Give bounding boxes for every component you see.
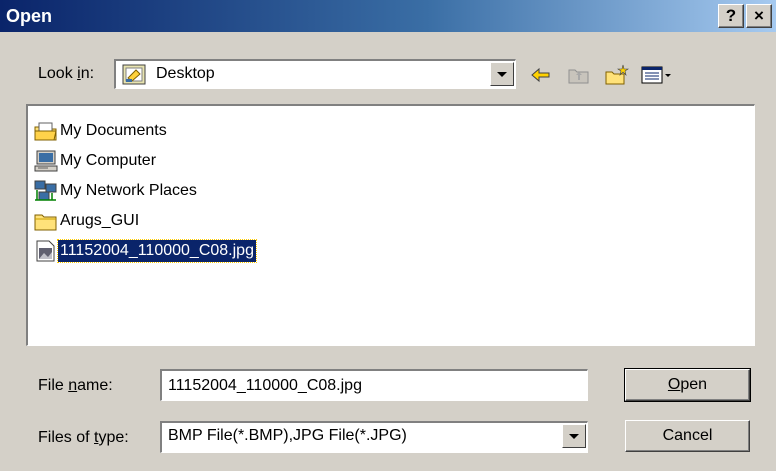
list-item-label: My Computer [60, 152, 157, 169]
cancel-button[interactable]: Cancel [625, 420, 750, 452]
list-item-label: Arugs_GUI [60, 212, 140, 229]
filetype-select[interactable]: BMP File(*.BMP),JPG File(*.JPG) [160, 421, 588, 453]
filetype-value: BMP File(*.BMP),JPG File(*.JPG) [168, 427, 407, 444]
my-documents-icon [34, 122, 57, 141]
list-item-my-documents[interactable]: My Documents [34, 118, 394, 144]
list-item-selected-file[interactable]: 11152004_110000_C08.jpg [34, 238, 394, 264]
up-folder-icon[interactable] [566, 62, 592, 88]
list-item-label: My Documents [60, 122, 167, 139]
file-list[interactable]: My Documents My Computer My Network Plac… [26, 104, 755, 346]
filename-label: File name: [38, 377, 113, 394]
back-arrow-icon[interactable] [528, 62, 554, 88]
filetype-label: Files of type: [38, 429, 129, 446]
title-bar[interactable]: Open ? × [0, 0, 776, 32]
folder-icon [34, 214, 57, 231]
desktop-icon [122, 64, 146, 85]
lookin-label: Look in: [38, 65, 95, 82]
open-dialog: Open ? × Look in: Desktop My Documents M… [0, 0, 776, 471]
list-item-arugs-gui[interactable]: Arugs_GUI [34, 208, 394, 234]
network-places-icon [34, 180, 57, 201]
view-menu-icon[interactable] [640, 62, 674, 88]
help-button[interactable]: ? [718, 4, 744, 28]
image-file-icon [36, 240, 55, 262]
list-item-my-computer[interactable]: My Computer [34, 148, 394, 174]
filename-input[interactable] [160, 369, 588, 401]
window-title: Open [6, 6, 53, 26]
filetype-dropdown-button[interactable] [562, 424, 586, 448]
lookin-dropdown-button[interactable] [490, 62, 514, 86]
close-button[interactable]: × [746, 4, 772, 28]
open-button[interactable]: Open [624, 368, 751, 402]
new-folder-icon[interactable] [604, 62, 630, 88]
lookin-combo[interactable]: Desktop [114, 59, 516, 89]
list-item-my-network-places[interactable]: My Network Places [34, 178, 394, 204]
list-item-label: 11152004_110000_C08.jpg [57, 239, 257, 263]
list-item-label: My Network Places [60, 182, 197, 199]
my-computer-icon [34, 150, 58, 172]
lookin-value: Desktop [156, 65, 215, 82]
